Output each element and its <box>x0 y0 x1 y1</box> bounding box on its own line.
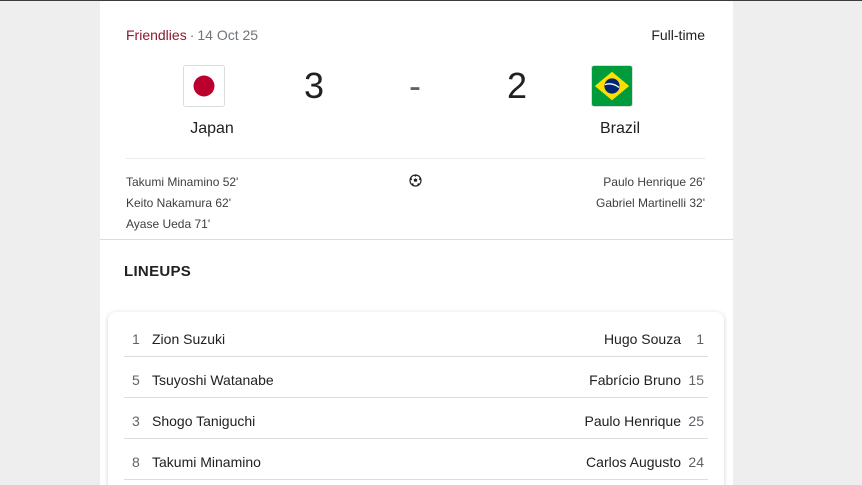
home-team-name[interactable]: Japan <box>152 120 272 138</box>
home-player-name[interactable]: Zion Suzuki <box>152 331 225 347</box>
competition-link[interactable]: Friendlies <box>126 27 187 43</box>
lineups-heading: LINEUPS <box>124 263 192 280</box>
match-card: Friendlies · 14 Oct 25 Full-time Japan 3 -… <box>100 1 733 485</box>
brazil-flag-icon[interactable] <box>591 65 633 107</box>
japan-flag-icon[interactable] <box>183 65 225 107</box>
home-player-name[interactable]: Tsuyoshi Watanabe <box>152 372 274 388</box>
away-score: 2 <box>507 65 528 106</box>
home-player-number: 3 <box>132 413 140 429</box>
away-team-name[interactable]: Brazil <box>560 120 680 138</box>
home-score: 3 <box>304 65 325 106</box>
lineup-row[interactable]: 5 Tsuyoshi Watanabe Fabrício Bruno 15 <box>124 357 708 398</box>
lineup-row[interactable]: 8 Takumi Minamino Carlos Augusto 24 <box>124 439 708 480</box>
away-player-number: 1 <box>696 331 704 347</box>
match-date: 14 Oct 25 <box>197 27 259 43</box>
home-player-number: 8 <box>132 454 140 470</box>
away-player-name[interactable]: Carlos Augusto <box>586 454 681 470</box>
away-player-name[interactable]: Hugo Souza <box>604 331 681 347</box>
match-meta: Friendlies · 14 Oct 25 Full-time <box>126 27 705 45</box>
away-scorers: Paulo Henrique 26' Gabriel Martinelli 32… <box>596 172 705 214</box>
away-player-number: 15 <box>688 372 704 388</box>
away-player-name[interactable]: Paulo Henrique <box>584 413 681 429</box>
section-divider <box>100 239 733 240</box>
lineup-row[interactable]: 1 Zion Suzuki Hugo Souza 1 <box>124 316 708 357</box>
scorer-item: Gabriel Martinelli 32' <box>595 196 705 210</box>
scorer-item: Keito Nakamura 62' <box>126 196 232 210</box>
away-player-number: 24 <box>688 454 704 470</box>
divider <box>126 158 705 159</box>
home-player-name[interactable]: Takumi Minamino <box>152 454 261 470</box>
away-player-number: 25 <box>688 413 704 429</box>
score-dash: - <box>409 65 421 106</box>
scorer-item: Takumi Minamino 52' <box>126 175 239 189</box>
match-status: Full-time <box>651 27 705 43</box>
lineup-row[interactable]: 3 Shogo Taniguchi Paulo Henrique 25 <box>124 398 708 439</box>
scorer-item: Paulo Henrique 26' <box>603 175 705 189</box>
soccer-ball-icon <box>409 174 422 187</box>
home-player-name[interactable]: Shogo Taniguchi <box>152 413 255 429</box>
away-player-name[interactable]: Fabrício Bruno <box>589 372 681 388</box>
scorer-item: Ayase Ueda 71' <box>126 217 211 231</box>
home-player-number: 5 <box>132 372 140 388</box>
home-scorers: Takumi Minamino 52' Keito Nakamura 62' A… <box>126 172 238 235</box>
home-player-number: 1 <box>132 331 140 347</box>
lineups-table: 1 Zion Suzuki Hugo Souza 1 5 Tsuyoshi Wa… <box>108 312 724 485</box>
meta-separator: · <box>189 27 195 43</box>
